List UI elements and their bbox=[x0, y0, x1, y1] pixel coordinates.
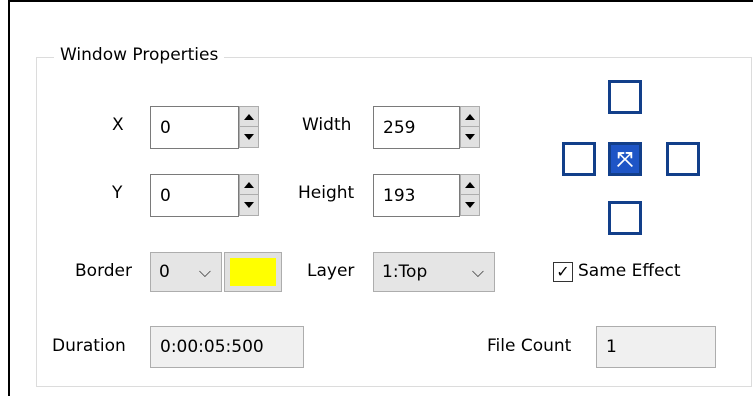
width-input[interactable]: 259 bbox=[373, 106, 460, 149]
x-up-button[interactable] bbox=[240, 107, 258, 127]
border-select[interactable]: 0 ⌵ bbox=[150, 252, 222, 292]
down-arrow-icon bbox=[465, 134, 475, 140]
y-down-button[interactable] bbox=[240, 195, 258, 215]
height-label: Height bbox=[298, 183, 355, 203]
border-value: 0 bbox=[159, 262, 170, 282]
border-color-button[interactable] bbox=[224, 252, 282, 292]
same-effect-checkbox[interactable]: ✓ bbox=[553, 262, 573, 282]
width-label: Width bbox=[302, 115, 352, 135]
x-spinner[interactable] bbox=[239, 106, 259, 148]
file-count-label: File Count bbox=[487, 336, 572, 356]
height-input[interactable]: 193 bbox=[373, 174, 460, 217]
height-down-button[interactable] bbox=[461, 195, 479, 215]
expand-center-icon[interactable]: ⤧ bbox=[608, 142, 642, 176]
down-arrow-icon bbox=[244, 134, 254, 140]
move-right-icon[interactable] bbox=[666, 142, 700, 176]
width-down-button[interactable] bbox=[461, 127, 479, 147]
up-arrow-icon bbox=[465, 181, 475, 188]
border-label: Border bbox=[75, 261, 132, 281]
chevron-down-icon: ⌵ bbox=[198, 262, 211, 281]
down-arrow-icon bbox=[244, 202, 254, 208]
duration-field[interactable]: 0:00:05:500 bbox=[150, 326, 304, 368]
y-up-button[interactable] bbox=[240, 175, 258, 195]
up-arrow-icon bbox=[244, 113, 254, 120]
height-spinner[interactable] bbox=[460, 174, 480, 216]
group-title: Window Properties bbox=[54, 45, 225, 65]
y-label: Y bbox=[112, 183, 123, 203]
layer-label: Layer bbox=[307, 261, 355, 281]
up-arrow-icon bbox=[244, 181, 254, 188]
layer-select[interactable]: 1:Top ⌵ bbox=[373, 252, 495, 292]
chevron-down-icon: ⌵ bbox=[471, 262, 484, 281]
same-effect-label: Same Effect bbox=[578, 261, 681, 281]
move-top-icon[interactable] bbox=[608, 80, 642, 114]
width-up-button[interactable] bbox=[461, 107, 479, 127]
color-swatch bbox=[230, 258, 276, 286]
height-up-button[interactable] bbox=[461, 175, 479, 195]
checkmark-icon: ✓ bbox=[556, 262, 570, 281]
x-input[interactable]: 0 bbox=[150, 106, 239, 149]
y-spinner[interactable] bbox=[239, 174, 259, 216]
down-arrow-icon bbox=[465, 202, 475, 208]
layer-value: 1:Top bbox=[382, 262, 428, 282]
y-input[interactable]: 0 bbox=[150, 174, 239, 217]
x-label: X bbox=[112, 115, 124, 135]
move-left-icon[interactable] bbox=[562, 142, 596, 176]
width-spinner[interactable] bbox=[460, 106, 480, 148]
up-arrow-icon bbox=[465, 113, 475, 120]
move-bottom-icon[interactable] bbox=[608, 201, 642, 235]
x-down-button[interactable] bbox=[240, 127, 258, 147]
duration-label: Duration bbox=[52, 336, 126, 356]
file-count-field[interactable]: 1 bbox=[596, 326, 716, 368]
